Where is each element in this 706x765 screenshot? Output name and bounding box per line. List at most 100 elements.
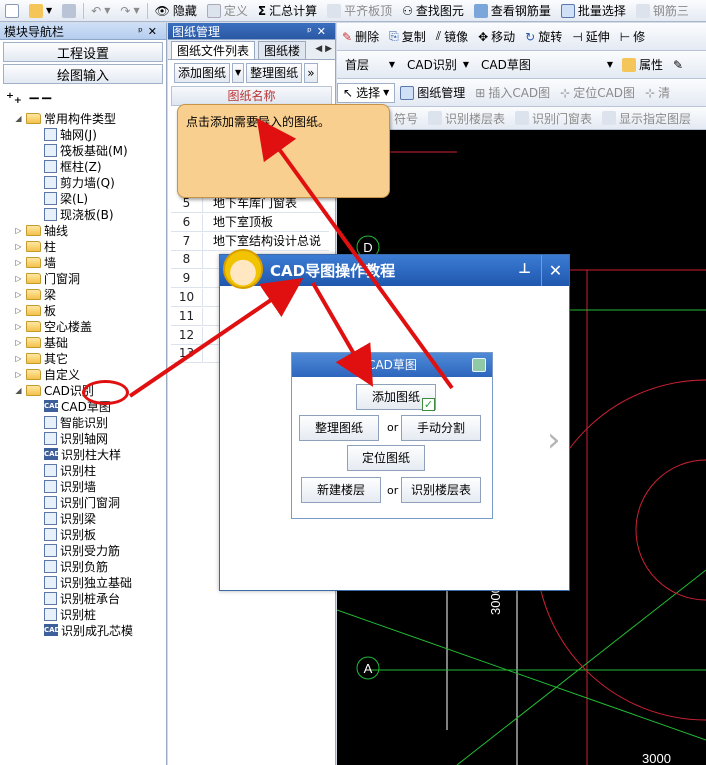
tab-scroll-arrows-icon[interactable]: ◀ ▶ (312, 40, 335, 59)
tab-drawing-floor[interactable]: 图纸楼 (258, 41, 307, 59)
tree-item[interactable]: 识别受力筋 (44, 542, 120, 558)
flow-recog-floor-table-button[interactable]: 识别楼层表 (401, 477, 481, 503)
open-file-button[interactable]: ▼ (24, 1, 57, 21)
align-slab-top-button[interactable]: 平齐板顶 (322, 1, 397, 21)
move-button[interactable]: ✥ 移动 (473, 27, 520, 47)
copy-button[interactable]: ⎘ 复制 (384, 27, 431, 47)
delete-button[interactable]: ✎ 删除 (337, 27, 384, 47)
edit-icon-button[interactable]: ✎ (668, 55, 688, 75)
summary-calc-button[interactable]: Σ 汇总计算 (253, 1, 322, 21)
project-settings-button[interactable]: 工程设置 (3, 42, 163, 62)
flow-manual-split-button[interactable]: 手动分割 (401, 415, 481, 441)
next-step-chevron-icon[interactable]: › (547, 420, 561, 460)
tree-item[interactable]: 框柱(Z) (44, 158, 102, 174)
insert-cad-button[interactable]: ⊞ 插入CAD图 (470, 83, 555, 103)
tree-item[interactable]: ▷ 梁 (14, 286, 56, 302)
close-icon[interactable]: ✕ (148, 25, 162, 38)
tree-item[interactable]: 识别桩 (44, 606, 96, 622)
find-element-button[interactable]: ⚇ 查找图元 (397, 1, 469, 21)
drawing-management-button[interactable]: 图纸管理 (395, 83, 470, 103)
expand-arrow-icon[interactable]: ▷ (14, 274, 23, 283)
tree-item[interactable]: CAD 识别成孔芯模 (44, 622, 133, 638)
expand-arrow-icon[interactable]: ▷ (14, 370, 23, 379)
tree-item[interactable]: 轴网(J) (44, 126, 97, 142)
tree-item[interactable]: ◢ 常用构件类型 (14, 110, 116, 126)
show-layer-button[interactable]: 显示指定图层 (597, 108, 696, 128)
tree-item[interactable]: 识别柱 (44, 462, 96, 478)
tree-item[interactable]: ▷ 其它 (14, 350, 68, 366)
cad-recog-select[interactable]: CAD识别 ▼ (403, 55, 473, 75)
expand-arrow-icon[interactable]: ▷ (14, 290, 23, 299)
add-drawing-button[interactable]: 添加图纸 (174, 63, 231, 83)
tree-item[interactable]: ▷ 柱 (14, 238, 56, 254)
define-button[interactable]: 定义 (202, 1, 253, 21)
expand-arrow-icon[interactable]: ▷ (14, 258, 23, 267)
rebar-3d-button[interactable]: 钢筋三 (631, 1, 694, 21)
tree-item[interactable]: ▷ 基础 (14, 334, 68, 350)
close-icon[interactable]: ✕ (317, 25, 331, 38)
expand-arrow-icon[interactable]: ▷ (14, 226, 23, 235)
tree-item[interactable]: ▷ 轴线 (14, 222, 68, 238)
expand-arrow-icon[interactable]: ▷ (14, 354, 23, 363)
rotate-button[interactable]: ↻ 旋转 (520, 27, 567, 47)
tree-item[interactable]: 梁(L) (44, 190, 88, 206)
tree-item[interactable]: 识别梁 (44, 510, 96, 526)
collapse-arrow-icon[interactable]: ◢ (14, 386, 23, 395)
arrange-drawing-button[interactable]: 整理图纸 (246, 63, 303, 83)
batch-select-button[interactable]: 批量选择 (556, 1, 631, 21)
tab-drawing-file-list[interactable]: 图纸文件列表 (171, 41, 256, 59)
flow-arrange-drawing-button[interactable]: 整理图纸 (299, 415, 379, 441)
drawing-row[interactable]: 6 地下室顶板 (171, 213, 329, 232)
tree-item[interactable]: ▷ 空心楼盖 (14, 318, 92, 334)
tree-item[interactable]: 识别墙 (44, 478, 96, 494)
expand-arrow-icon[interactable]: ▷ (14, 306, 23, 315)
pin-icon[interactable]: ᵖ (138, 25, 148, 38)
tree-item[interactable]: ▷ 门窗洞 (14, 270, 80, 286)
tree-item[interactable]: 现浇板(B) (44, 206, 114, 222)
trim-button[interactable]: ⊢ 修 (615, 27, 650, 47)
pin-icon[interactable]: ᵖ (307, 25, 317, 38)
symbol-button[interactable]: 符号 (389, 108, 423, 128)
extend-button[interactable]: ⊣ 延伸 (567, 27, 614, 47)
view-rebar-button[interactable]: 查看钢筋量 (469, 1, 556, 21)
tree-item[interactable]: 识别负筋 (44, 558, 108, 574)
tree-item[interactable]: ▷ 墙 (14, 254, 56, 270)
flow-locate-drawing-button[interactable]: 定位图纸 (347, 445, 425, 471)
tree-item[interactable]: ▷ 自定义 (14, 366, 80, 382)
collapse-all-icon[interactable]: −− (28, 89, 53, 107)
properties-button[interactable]: 属性 (617, 55, 668, 75)
recog-floor-table-button[interactable]: 识别楼层表 (423, 108, 510, 128)
redo-button[interactable]: ↷ ▼ (115, 1, 144, 21)
mirror-button[interactable]: ⫽ 镜像 (431, 27, 473, 47)
recog-door-window-table-button[interactable]: 识别门窗表 (510, 108, 597, 128)
tree-item[interactable]: 识别门窗洞 (44, 494, 120, 510)
drawing-row[interactable]: 7 地下室结构设计总说 (171, 232, 329, 251)
tree-item[interactable]: 智能识别 (44, 414, 108, 430)
save-button[interactable] (57, 1, 81, 21)
pin-icon[interactable]: ⊥ (518, 261, 531, 277)
locate-cad-button[interactable]: ⊹ 定位CAD图 (555, 83, 640, 103)
tree-item[interactable]: 识别轴网 (44, 430, 108, 446)
collapse-arrow-icon[interactable]: ◢ (14, 114, 23, 123)
cad-sketch-select[interactable]: CAD草图 ▼ (477, 55, 617, 75)
floor-select[interactable]: 首层 ▼ (341, 55, 399, 75)
tree-item[interactable]: 识别板 (44, 526, 96, 542)
expand-arrow-icon[interactable]: ▷ (14, 322, 23, 331)
tree-item[interactable]: 筏板基础(M) (44, 142, 128, 158)
clear-button[interactable]: ⊹ 清 (640, 83, 675, 103)
expand-arrow-icon[interactable]: ▷ (14, 338, 23, 347)
hide-button[interactable]: 👁 隐藏 (150, 1, 202, 21)
close-dialog-button[interactable]: ✕ (541, 255, 569, 286)
expand-all-icon[interactable]: ⁺₊ (6, 89, 22, 107)
tree-item[interactable]: ▷ 板 (14, 302, 56, 318)
tree-item[interactable]: 剪力墙(Q) (44, 174, 115, 190)
flow-new-floor-button[interactable]: 新建楼层 (301, 477, 381, 503)
new-file-button[interactable] (0, 1, 24, 21)
add-drawing-dropdown[interactable]: ▼ (232, 63, 245, 83)
tree-item[interactable]: CAD 识别柱大样 (44, 446, 121, 462)
drawing-input-button[interactable]: 绘图输入 (3, 64, 163, 84)
expand-arrow-icon[interactable]: ▷ (14, 242, 23, 251)
more-tools-button[interactable]: » (304, 63, 318, 83)
tree-item[interactable]: 识别独立基础 (44, 574, 132, 590)
tree-item[interactable]: 识别桩承台 (44, 590, 120, 606)
